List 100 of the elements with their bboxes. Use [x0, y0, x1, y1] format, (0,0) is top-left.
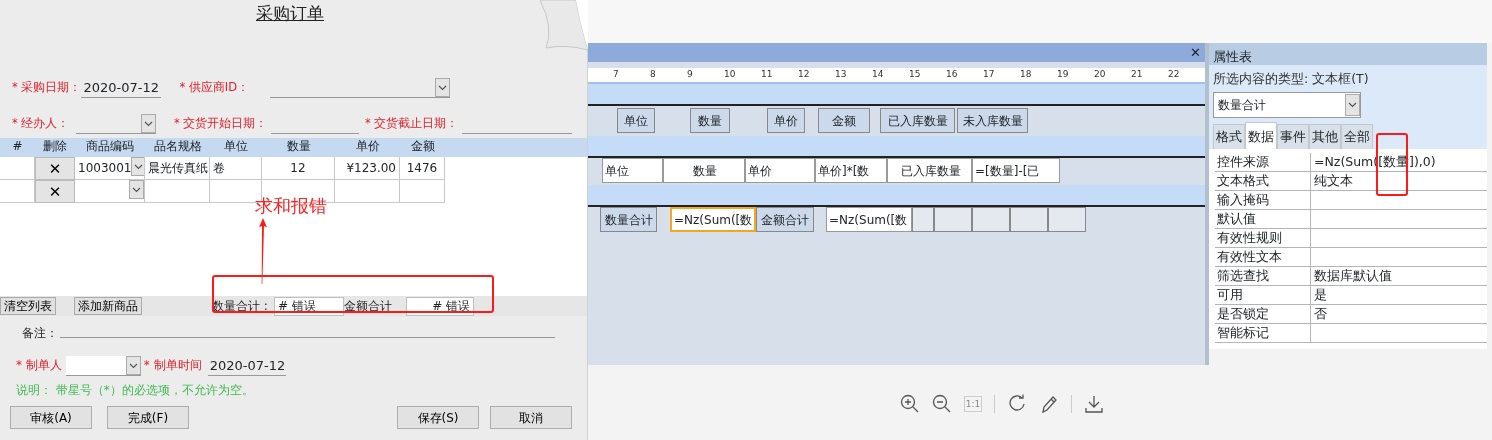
list-button[interactable]: 清空列表: [0, 297, 56, 315]
table-cell: 晨光传真纸: [145, 157, 210, 180]
field-label: * 供应商ID：: [179, 78, 251, 96]
column-header: 删除: [42, 138, 68, 155]
form-button[interactable]: 取消: [490, 406, 572, 429]
field-label: * 交货截止日期：: [365, 114, 460, 132]
form-title: 采购订单: [255, 2, 325, 25]
download-icon[interactable]: [1084, 394, 1104, 414]
table-cell: 卷: [210, 157, 262, 180]
field-label: * 经办人：: [12, 114, 71, 132]
ruler-number: 8: [650, 68, 657, 82]
ruler-number: 11: [761, 68, 774, 82]
tab[interactable]: 数据: [1245, 122, 1277, 149]
dropdown-button[interactable]: [125, 356, 141, 375]
field-label: * 采购日期：: [12, 78, 82, 96]
input-field[interactable]: 2020-07-12: [207, 356, 286, 376]
field-label: 未入库数量: [957, 108, 1028, 133]
property-name: 控件来源: [1215, 152, 1311, 171]
dropdown-button[interactable]: [131, 157, 144, 176]
field-label: 已入库数量: [880, 108, 955, 133]
field-label: 备注：: [22, 325, 59, 342]
annotation-text: 求和报错: [255, 194, 327, 218]
table-cell: 1476: [400, 157, 445, 180]
text-box[interactable]: 数量: [663, 158, 745, 183]
panel-title: 属性表: [1209, 43, 1487, 65]
form-button[interactable]: 审核(A): [10, 406, 92, 429]
ruler-number: 17: [983, 68, 996, 82]
text-box[interactable]: 单价: [745, 158, 815, 183]
selection-type-text: 所选内容的类型: 文本框(T): [1212, 70, 1370, 88]
text-box[interactable]: =Nz(Sum([数: [826, 207, 912, 232]
field-label: 单价: [767, 108, 805, 133]
input-field[interactable]: 2020-07-12: [81, 78, 162, 98]
pencil-icon[interactable]: [1039, 394, 1059, 414]
table-cell: [335, 180, 400, 203]
column-header: 单价: [354, 138, 381, 155]
text-box[interactable]: 单价]*[数: [815, 158, 887, 183]
ruler-number: 10: [724, 68, 737, 82]
combo-field[interactable]: [270, 78, 451, 98]
ruler-number: 7: [613, 68, 620, 82]
text-box[interactable]: =Nz(Sum([数: [670, 207, 756, 232]
delete-button[interactable]: ✕: [35, 157, 75, 180]
property-name: 智能标记: [1215, 323, 1311, 342]
field-label: 金额合计: [756, 207, 814, 232]
column-header: #: [11, 138, 24, 155]
rotate-icon[interactable]: [1007, 394, 1027, 414]
property-name: 是否锁定: [1215, 304, 1311, 323]
note-text: 说明： 带星号（*）的必选项，不允许为空。: [15, 382, 255, 399]
form-button[interactable]: 保存(S): [397, 406, 479, 429]
property-name: 默认值: [1215, 209, 1311, 228]
ruler-number: 13: [835, 68, 848, 82]
tab[interactable]: 格式: [1213, 124, 1245, 149]
column-header: 单位: [223, 138, 249, 155]
ruler-number: 20: [1094, 68, 1107, 82]
ruler-number: 16: [946, 68, 959, 82]
property-value: 纯文本: [1313, 171, 1353, 190]
ruler-number: 19: [1057, 68, 1070, 82]
property-name: 有效性文本: [1215, 247, 1311, 266]
ruler-number: 21: [1131, 68, 1144, 82]
ruler-number: 15: [909, 68, 922, 82]
text-box[interactable]: =[数量]-[已: [972, 158, 1060, 183]
dropdown-button[interactable]: [1345, 93, 1360, 116]
column-header: 金额: [409, 138, 436, 155]
field-label: 金额: [818, 108, 870, 133]
combo-field[interactable]: [76, 114, 156, 134]
dropdown-button[interactable]: [129, 180, 144, 199]
zoom-out-icon[interactable]: [932, 394, 952, 414]
combo-field[interactable]: [65, 356, 141, 376]
table-cell: 12: [262, 157, 335, 180]
table-cell: ¥123.00: [335, 157, 400, 180]
form-button[interactable]: 完成(F): [107, 406, 189, 429]
column-header: 品名规格: [152, 138, 203, 155]
cell-text: 1003001: [78, 160, 132, 177]
ruler-number: 18: [1020, 68, 1033, 82]
text-box[interactable]: 单位: [602, 158, 663, 183]
property-name: 可用: [1215, 285, 1311, 304]
ruler-number: 14: [872, 68, 885, 82]
zoom-in-icon[interactable]: [900, 394, 920, 414]
property-name: 输入掩码: [1215, 190, 1311, 209]
combo-field[interactable]: [75, 180, 145, 203]
property-value: 数据库默认值: [1313, 266, 1392, 285]
combo-field[interactable]: 1003001: [75, 157, 145, 180]
tab[interactable]: 其他: [1309, 124, 1341, 149]
text-box[interactable]: 已入库数量: [887, 158, 972, 183]
close-button[interactable]: ✕: [1190, 42, 1201, 63]
delete-button[interactable]: ✕: [35, 180, 75, 203]
tab[interactable]: 全部: [1341, 124, 1373, 149]
field-label: * 交货开始日期：: [174, 114, 269, 132]
property-name: 筛选查找: [1215, 266, 1311, 285]
list-button[interactable]: 添加新商品: [74, 297, 142, 315]
ruler-number: 12: [798, 68, 811, 82]
combo-field[interactable]: 数量合计: [1213, 91, 1361, 118]
ruler-number: 22: [1168, 68, 1181, 82]
property-name: 有效性规则: [1215, 228, 1311, 247]
field-label: 数量合计: [600, 207, 657, 232]
dropdown-button[interactable]: [141, 114, 156, 133]
dropdown-button[interactable]: [435, 78, 451, 97]
column-header: 数量: [285, 138, 312, 155]
tab[interactable]: 事件: [1277, 124, 1309, 149]
column-header: 商品编码: [85, 138, 135, 155]
property-value: 否: [1313, 304, 1327, 323]
